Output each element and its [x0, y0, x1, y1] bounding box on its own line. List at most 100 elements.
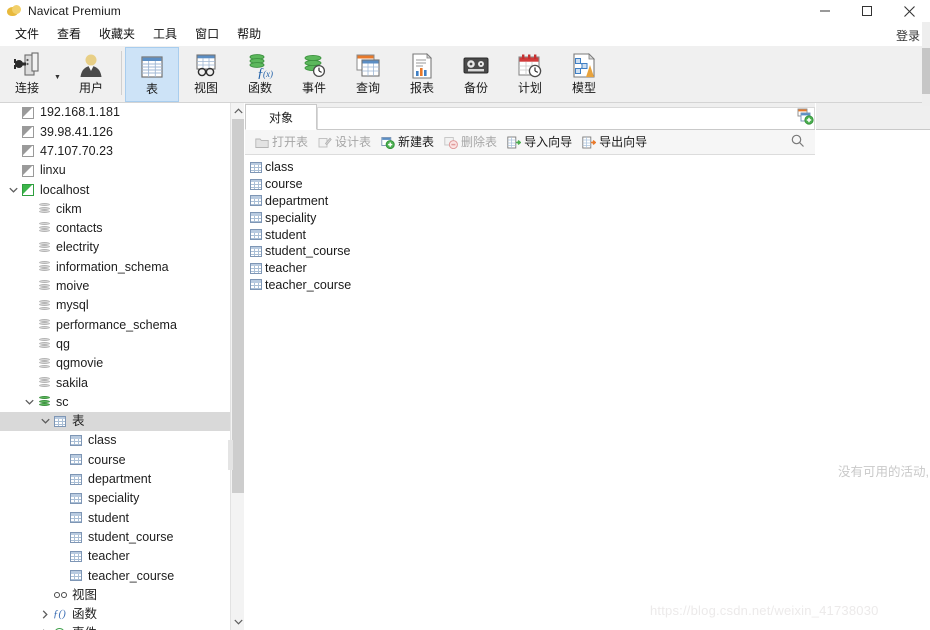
object-list-item[interactable]: teacher — [245, 260, 815, 277]
tree-item[interactable]: linxu — [0, 161, 230, 180]
tree-twisty-icon[interactable] — [38, 414, 52, 428]
ribbon-button-backup[interactable]: 备份 — [449, 47, 503, 102]
window-scrollbar[interactable] — [922, 22, 930, 106]
object-list-item[interactable]: class — [245, 159, 815, 176]
tree-twisty-icon[interactable] — [22, 299, 36, 313]
tree-twisty-icon[interactable] — [54, 472, 68, 486]
tree-item[interactable]: department — [0, 470, 230, 489]
tree-item[interactable]: information_schema — [0, 257, 230, 276]
object-list-item[interactable]: department — [245, 193, 815, 210]
tree-item[interactable]: cikm — [0, 199, 230, 218]
tree-item[interactable]: electrity — [0, 238, 230, 257]
tree-item[interactable]: 视图 — [0, 585, 230, 604]
tree-item[interactable]: class — [0, 431, 230, 450]
ribbon-button-model[interactable]: 模型 — [557, 47, 611, 102]
tree-item[interactable]: student — [0, 508, 230, 527]
tree-twisty-icon[interactable] — [54, 492, 68, 506]
tree-twisty-icon[interactable] — [22, 279, 36, 293]
search-icon[interactable] — [790, 133, 806, 149]
scroll-up-icon[interactable] — [231, 103, 245, 119]
menu-file[interactable]: 文件 — [6, 25, 48, 43]
ribbon-button-table[interactable]: 表 — [125, 47, 179, 102]
tree-item[interactable]: sakila — [0, 373, 230, 392]
tree-item[interactable]: mysql — [0, 296, 230, 315]
connection-tree[interactable]: 192.168.1.181 39.98.41.126 47.107.70.23 lin… — [0, 103, 230, 630]
tree-twisty-icon[interactable] — [6, 106, 20, 120]
tree-twisty-icon[interactable] — [54, 530, 68, 544]
connection-dropdown-caret-icon[interactable]: ▼ — [54, 74, 64, 81]
tree-twisty-icon[interactable] — [6, 144, 20, 158]
tree-twisty-icon[interactable] — [38, 627, 52, 630]
tree-item[interactable]: 47.107.70.23 — [0, 142, 230, 161]
menu-view[interactable]: 查看 — [48, 25, 90, 43]
tree-twisty-icon[interactable] — [54, 511, 68, 525]
tree-item[interactable]: qg — [0, 335, 230, 354]
tree-twisty-icon[interactable] — [22, 337, 36, 351]
tree-item[interactable]: course — [0, 450, 230, 469]
object-list[interactable]: class course department speciality student st… — [245, 155, 815, 630]
menu-help[interactable]: 帮助 — [228, 25, 270, 43]
tree-twisty-icon[interactable] — [54, 549, 68, 563]
tree-twisty-icon[interactable] — [38, 607, 52, 621]
toolbar-button-export-wizard[interactable]: 导出向导 — [578, 134, 651, 151]
close-icon[interactable] — [888, 0, 930, 22]
ribbon-button-view[interactable]: 视图 — [179, 47, 233, 102]
object-list-item[interactable]: course — [245, 176, 815, 193]
tree-twisty-icon[interactable] — [22, 318, 36, 332]
new-tab-icon[interactable] — [791, 103, 819, 129]
menu-tools[interactable]: 工具 — [144, 25, 186, 43]
ribbon-button-user[interactable]: 用户 — [64, 47, 118, 102]
minimize-icon[interactable] — [804, 0, 846, 22]
object-list-item[interactable]: teacher_course — [245, 277, 815, 294]
tree-item[interactable]: teacher_course — [0, 566, 230, 585]
menu-favorites[interactable]: 收藏夹 — [90, 25, 144, 43]
tree-twisty-icon[interactable] — [22, 260, 36, 274]
tree-item[interactable]: teacher — [0, 547, 230, 566]
tree-twisty-icon[interactable] — [6, 183, 20, 197]
ribbon-button-query[interactable]: 查询 — [341, 47, 395, 102]
tree-twisty-icon[interactable] — [22, 395, 36, 409]
tree-item[interactable]: performance_schema — [0, 315, 230, 334]
tree-twisty-icon[interactable] — [22, 376, 36, 390]
tree-twisty-icon[interactable] — [6, 125, 20, 139]
scroll-down-icon[interactable] — [231, 614, 245, 630]
menu-window[interactable]: 窗口 — [186, 25, 228, 43]
ribbon-button-report[interactable]: 报表 — [395, 47, 449, 102]
maximize-icon[interactable] — [846, 0, 888, 22]
tree-item[interactable]: contacts — [0, 219, 230, 238]
tree-twisty-icon[interactable] — [22, 357, 36, 371]
tree-item[interactable]: localhost — [0, 180, 230, 199]
sidebar-scrollbar-thumb[interactable] — [232, 119, 244, 493]
object-list-item[interactable]: student_course — [245, 243, 815, 260]
tree-twisty-icon[interactable] — [6, 164, 20, 178]
ribbon-button-connection[interactable]: 连接 — [0, 47, 54, 102]
tree-item[interactable]: 事件 — [0, 624, 230, 630]
tree-twisty-icon[interactable] — [38, 588, 52, 602]
sidebar-scrollbar[interactable] — [230, 103, 244, 630]
tree-item[interactable]: ƒ() 函数 — [0, 605, 230, 624]
login-link[interactable]: 登录 — [896, 27, 920, 44]
tab-objects[interactable]: 对象 — [245, 104, 317, 130]
tree-item[interactable]: moive — [0, 277, 230, 296]
ribbon-button-schedule[interactable]: 计划 — [503, 47, 557, 102]
tree-item[interactable]: 表 — [0, 411, 230, 432]
tree-item[interactable]: 192.168.1.181 — [0, 103, 230, 122]
object-list-item[interactable]: student — [245, 226, 815, 243]
tree-item[interactable]: qgmovie — [0, 354, 230, 373]
tree-twisty-icon[interactable] — [22, 202, 36, 216]
tree-item[interactable]: speciality — [0, 489, 230, 508]
tree-item[interactable]: student_course — [0, 528, 230, 547]
tree-twisty-icon[interactable] — [54, 569, 68, 583]
window-scrollbar-thumb[interactable] — [922, 48, 930, 94]
toolbar-button-new-table[interactable]: 新建表 — [377, 134, 438, 151]
ribbon-button-function[interactable]: ƒ (x) 函数 — [233, 47, 287, 102]
tree-twisty-icon[interactable] — [54, 453, 68, 467]
tree-item[interactable]: sc — [0, 392, 230, 411]
toolbar-button-import-wizard[interactable]: 导入向导 — [503, 134, 576, 151]
ribbon-button-event[interactable]: 事件 — [287, 47, 341, 102]
sidebar-splitter-handle[interactable] — [228, 440, 233, 470]
object-list-item[interactable]: speciality — [245, 209, 815, 226]
tree-twisty-icon[interactable] — [22, 221, 36, 235]
tree-twisty-icon[interactable] — [22, 241, 36, 255]
tree-twisty-icon[interactable] — [54, 434, 68, 448]
